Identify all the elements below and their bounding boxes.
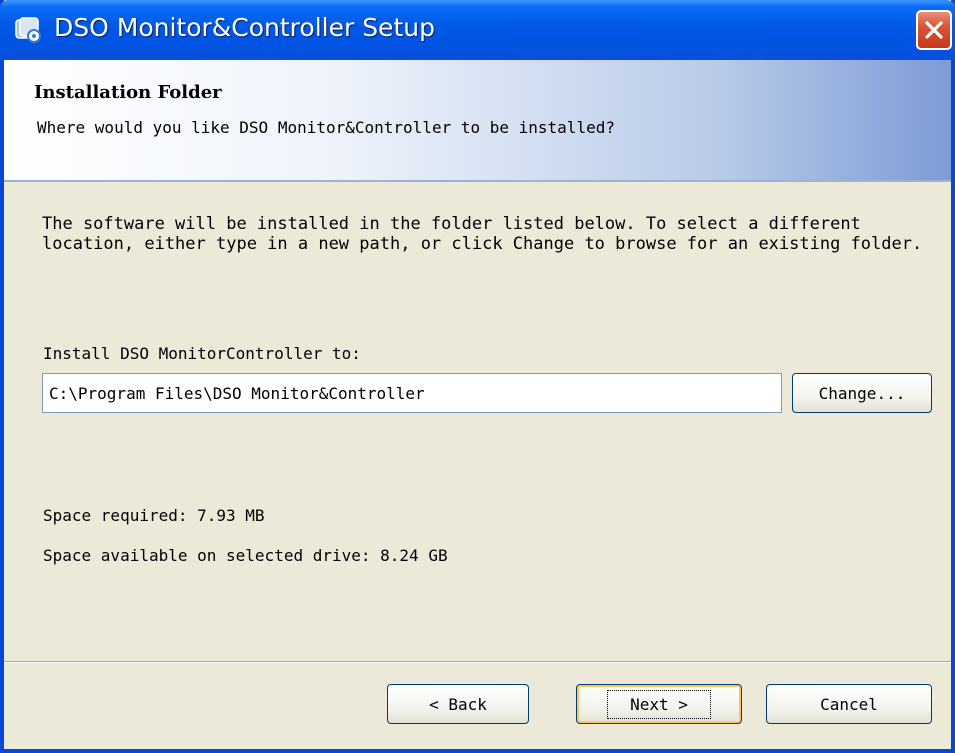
back-button[interactable]: < Back [387,684,529,724]
change-button[interactable]: Change... [792,373,932,413]
page-title: Installation Folder [34,82,222,103]
title-bar[interactable]: DSO Monitor&Controller Setup [0,0,955,60]
next-button[interactable]: Next > [576,684,742,724]
install-location-label: Install DSO MonitorController to: [43,344,361,363]
close-icon [925,21,943,39]
install-path-input[interactable] [42,373,782,413]
setup-window: DSO Monitor&Controller Setup Installatio… [0,0,955,753]
close-button[interactable] [916,10,952,50]
description-text: The software will be installed in the fo… [42,214,923,254]
installer-app-icon [14,16,44,44]
page-subtitle: Where would you like DSO Monitor&Control… [37,118,615,137]
space-available-text: Space available on selected drive: 8.24 … [43,546,448,565]
window-title: DSO Monitor&Controller Setup [54,13,435,42]
next-button-label: Next > [607,689,711,719]
space-required-text: Space required: 7.93 MB [43,506,265,525]
footer-divider [4,661,951,663]
cancel-button[interactable]: Cancel [766,684,932,724]
wizard-header: Installation Folder Where would you like… [4,60,951,182]
